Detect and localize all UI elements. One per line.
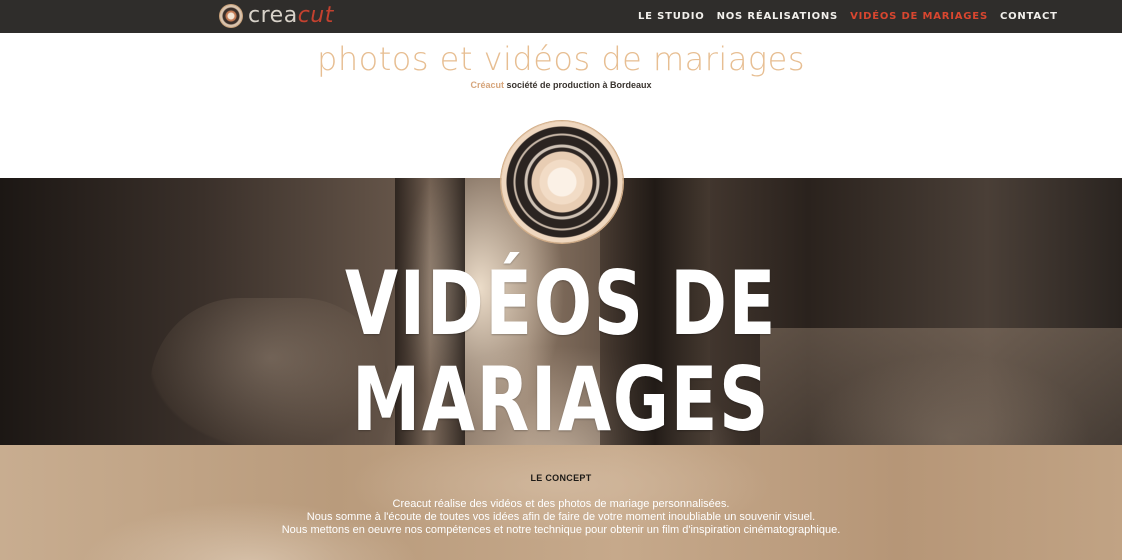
hero-title: VIDÉOS DE MARIAGES — [344, 252, 778, 446]
concept-heading: LE CONCEPT — [530, 473, 592, 483]
page-tagline: photos et vidéos de mariages — [317, 40, 805, 78]
lens-logo-icon — [219, 4, 243, 28]
nav-contact[interactable]: CONTACT — [1000, 11, 1058, 22]
brand-name: Créacut — [470, 80, 504, 90]
site-logo[interactable]: creacut — [219, 3, 334, 29]
nav-le-studio[interactable]: LE STUDIO — [638, 11, 705, 22]
top-navigation-bar: creacut LE STUDIO NOS RÉALISATIONS VIDÉO… — [0, 0, 1122, 33]
concept-text-line: Creacut réalise des vidéos et des photos… — [392, 498, 730, 510]
camera-lens-icon — [501, 121, 623, 243]
logo-wordmark: creacut — [248, 3, 334, 29]
logo-text-cut: cut — [297, 3, 334, 28]
logo-text-crea: crea — [248, 3, 298, 28]
company-subline: Créacut société de production à Bordeaux — [0, 80, 1122, 90]
nav-nos-realisations[interactable]: NOS RÉALISATIONS — [717, 11, 839, 22]
concept-section: LE CONCEPT Creacut réalise des vidéos et… — [0, 445, 1122, 560]
concept-text-line: Nous mettons en oeuvre nos compétences e… — [281, 524, 841, 536]
nav-videos-de-mariages[interactable]: VIDÉOS DE MARIAGES — [850, 11, 988, 22]
concept-text-line: Nous somme à l'écoute de toutes vos idée… — [306, 511, 816, 523]
company-description: société de production à Bordeaux — [506, 80, 652, 90]
main-nav: LE STUDIO NOS RÉALISATIONS VIDÉOS DE MAR… — [638, 0, 1058, 33]
